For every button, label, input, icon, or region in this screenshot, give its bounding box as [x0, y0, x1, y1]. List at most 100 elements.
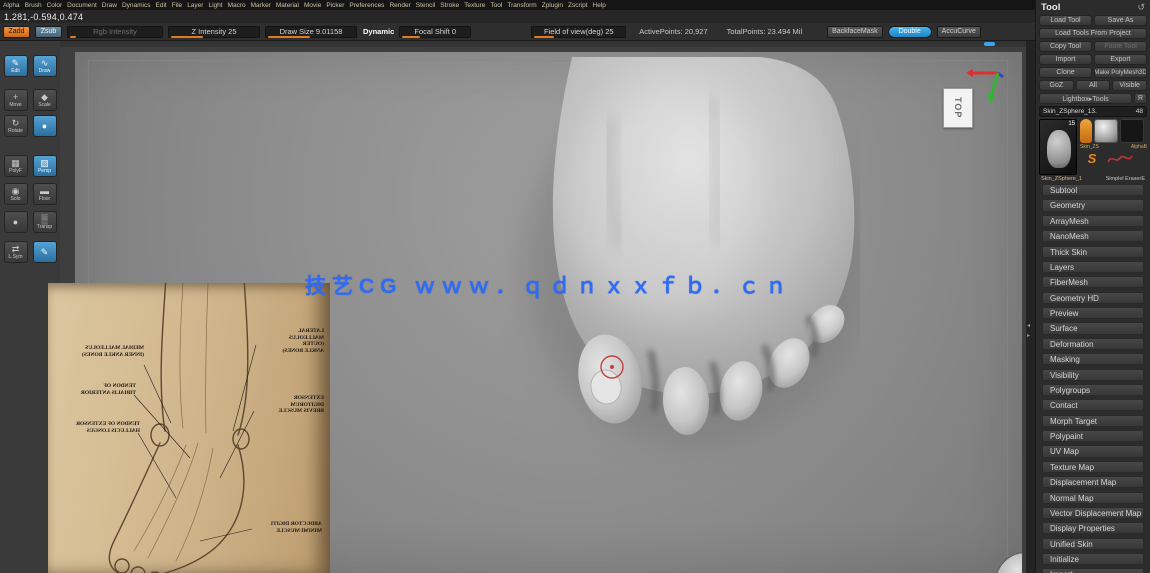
all-button[interactable]: All — [1075, 80, 1111, 91]
lsym-button[interactable]: ⇄ L.Sym — [3, 241, 28, 263]
menu-item[interactable]: Render — [389, 2, 410, 9]
curve-stroke-icon[interactable] — [1106, 152, 1134, 166]
brush-button[interactable]: ✎ — [32, 241, 57, 263]
menu-item[interactable]: Material — [276, 2, 299, 9]
refresh-icon[interactable]: ↺ — [1137, 2, 1145, 13]
rotate-button[interactable]: ↻ Rotate — [3, 115, 28, 137]
load-tool-button[interactable]: Load Tool — [1039, 15, 1092, 26]
tool-section-header[interactable]: Contact — [1042, 399, 1144, 412]
edit-button[interactable]: ✎ Edit — [3, 55, 28, 77]
menu-item[interactable]: Macro — [228, 2, 246, 9]
menu-item[interactable]: Edit — [156, 2, 167, 9]
collapse-left-icon[interactable]: ◂ — [1027, 323, 1030, 329]
copy-tool-button[interactable]: Copy Tool — [1039, 41, 1092, 52]
horizontal-scrollbar[interactable] — [60, 41, 1026, 47]
menu-item[interactable]: Layer — [187, 2, 203, 9]
current-tool-slider[interactable]: Skin_ZSphere_13. 48 — [1039, 106, 1147, 117]
menu-item[interactable]: Color — [47, 2, 63, 9]
r-button[interactable]: R — [1134, 93, 1147, 104]
menu-item[interactable]: Draw — [102, 2, 117, 9]
tool-section-header[interactable]: Morph Target — [1042, 414, 1144, 427]
tool-section-header[interactable]: Thick Skin — [1042, 245, 1144, 258]
menu-item[interactable]: Help — [593, 2, 606, 9]
material-sphere-button[interactable]: ● — [32, 115, 57, 137]
menu-item[interactable]: Light — [208, 2, 222, 9]
tool-section-header[interactable]: Texture Map — [1042, 460, 1144, 473]
current-tool-thumbnail[interactable]: 15 — [1039, 119, 1077, 175]
menu-item[interactable]: Alpha — [3, 2, 20, 9]
z-intensity-slider[interactable]: Z Intensity 25 — [168, 25, 260, 38]
menu-item[interactable]: File — [172, 2, 182, 9]
tool-section-header[interactable]: Initialize — [1042, 553, 1144, 566]
tool-section-header[interactable]: Normal Map — [1042, 491, 1144, 504]
menu-item[interactable]: Document — [67, 2, 97, 9]
tool-section-header[interactable]: Geometry — [1042, 199, 1144, 212]
tool-section-header[interactable]: Masking — [1042, 353, 1144, 366]
floor-button[interactable]: ▬ Floor — [32, 183, 57, 205]
menu-item[interactable]: Stencil — [416, 2, 436, 9]
tool-section-header[interactable]: ArrayMesh — [1042, 214, 1144, 227]
menu-item[interactable]: Tool — [490, 2, 502, 9]
tool-section-header[interactable]: Unified Skin — [1042, 537, 1144, 550]
tool-section-header[interactable]: Deformation — [1042, 337, 1144, 350]
zadd-button[interactable]: Zadd — [3, 25, 30, 38]
paste-tool-button[interactable]: Paste Tool — [1094, 41, 1147, 52]
focal-shift-slider[interactable]: Focal Shift 0 — [399, 25, 472, 38]
export-button[interactable]: Export — [1094, 54, 1147, 65]
menu-item[interactable]: Transform — [507, 2, 536, 9]
tool-section-header[interactable]: Vector Displacement Map — [1042, 506, 1144, 520]
dynamic-toggle[interactable]: Dynamic — [363, 27, 394, 36]
polyframe-button[interactable]: ▦ PolyF — [3, 155, 28, 177]
import-button[interactable]: Import — [1039, 54, 1092, 65]
tool-section-header[interactable]: Import — [1042, 568, 1144, 573]
load-tools-from-project-button[interactable]: Load Tools From Project — [1039, 28, 1147, 39]
menu-item[interactable]: Zscript — [568, 2, 588, 9]
menu-item[interactable]: Dynamics — [122, 2, 151, 9]
panel-divider[interactable]: ◂ ▸ — [1026, 41, 1035, 573]
persp-button[interactable]: ▨ Persp — [32, 155, 57, 177]
menu-item[interactable]: Marker — [251, 2, 271, 9]
axis-gizmo[interactable] — [965, 66, 1005, 106]
menu-item[interactable]: Stroke — [440, 2, 459, 9]
menu-item[interactable]: Zplugin — [542, 2, 563, 9]
menu-item[interactable]: Movie — [304, 2, 321, 9]
menu-item[interactable]: Brush — [25, 2, 42, 9]
tool-section-header[interactable]: Geometry HD — [1042, 291, 1144, 304]
move-button[interactable]: + Move — [3, 89, 28, 111]
tool-section-header[interactable]: Polypaint — [1042, 430, 1144, 443]
solo-button[interactable]: ◉ Solo — [3, 183, 28, 205]
goz-button[interactable]: GoZ — [1039, 80, 1074, 91]
tool-section-header[interactable]: Preview — [1042, 307, 1144, 320]
visible-button[interactable]: Visible — [1112, 80, 1148, 91]
rgb-intensity-slider[interactable]: Rgb Intensity — [67, 25, 163, 38]
tool-section-header[interactable]: Subtool — [1042, 184, 1144, 197]
nav-sphere[interactable] — [995, 552, 1022, 573]
zsub-button[interactable]: Zsub — [35, 25, 62, 38]
fov-slider[interactable]: Field of view(deg) 25 — [531, 25, 627, 38]
tool-section-header[interactable]: NanoMesh — [1042, 230, 1144, 243]
tool-section-header[interactable]: Layers — [1042, 260, 1144, 274]
menu-item[interactable]: Texture — [464, 2, 485, 9]
tool-section-header[interactable]: Visibility — [1042, 368, 1144, 381]
draw-button[interactable]: ∿ Draw — [32, 55, 57, 77]
double-button[interactable]: Double — [887, 25, 932, 38]
tool-section-header[interactable]: Polygroups — [1042, 383, 1144, 397]
backface-mask-button[interactable]: BackfaceMask — [827, 25, 883, 38]
tool-section-header[interactable]: Surface — [1042, 322, 1144, 335]
tool-section-header[interactable]: Display Properties — [1042, 522, 1144, 535]
menu-item[interactable]: Picker — [326, 2, 344, 9]
save-as-button[interactable]: Save As — [1094, 15, 1147, 26]
scrollbar-thumb[interactable] — [984, 42, 995, 46]
menu-item[interactable]: Preferences — [349, 2, 384, 9]
lightbox-tools-button[interactable]: Lightbox▸Tools — [1039, 93, 1132, 104]
collapse-right-icon[interactable]: ▸ — [1027, 333, 1030, 339]
stroke-s-icon[interactable]: S — [1080, 151, 1104, 166]
transp-button[interactable]: ▒ Transp — [32, 211, 57, 233]
draw-size-slider[interactable]: Draw Size 9.01158 — [265, 25, 357, 38]
tool-section-header[interactable]: FiberMesh — [1042, 276, 1144, 289]
zsphere-figure-icon[interactable] — [1080, 119, 1092, 143]
matcap-sphere-button[interactable]: ● — [3, 211, 28, 233]
tool-section-header[interactable]: UV Map — [1042, 445, 1144, 458]
scale-button[interactable]: ◆ Scale — [32, 89, 57, 111]
sphere-brush-thumbnail[interactable] — [1094, 119, 1118, 143]
